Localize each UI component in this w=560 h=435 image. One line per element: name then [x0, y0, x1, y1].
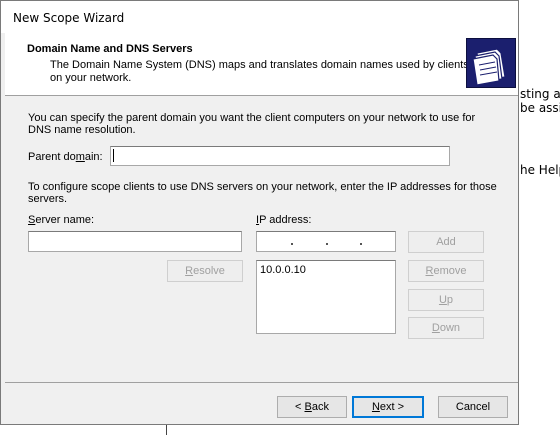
server-name-input[interactable]	[28, 231, 242, 252]
list-item[interactable]: 10.0.0.10	[260, 264, 306, 276]
folders-icon	[466, 38, 516, 88]
cancel-button[interactable]: Cancel	[438, 396, 508, 418]
dns-instructions: To configure scope clients to use DNS se…	[28, 181, 497, 205]
up-button[interactable]: Up	[408, 289, 484, 311]
background-text-2: be assig	[520, 101, 560, 115]
footer-separator	[5, 382, 518, 383]
server-name-label: Server name:	[28, 214, 95, 226]
parent-domain-input[interactable]	[110, 146, 450, 166]
wizard-content: You can specify the parent domain you wa…	[5, 96, 518, 381]
background-text-3: he Help.	[520, 163, 560, 177]
ip-address-input[interactable]	[256, 231, 396, 252]
wizard-header: Domain Name and DNS Servers The Domain N…	[5, 33, 518, 96]
background-text-1: sting a	[520, 87, 560, 101]
ip-separator	[326, 243, 328, 245]
text-caret	[113, 149, 114, 162]
ip-address-label: IP address:	[256, 214, 312, 226]
remove-button[interactable]: Remove	[408, 260, 484, 282]
ip-separator	[291, 243, 293, 245]
back-button[interactable]: < Back	[277, 396, 347, 418]
title-bar[interactable]: New Scope Wizard	[1, 1, 518, 33]
dns-server-list[interactable]: 10.0.0.10	[256, 260, 396, 334]
page-title: Domain Name and DNS Servers	[27, 43, 193, 55]
window-title: New Scope Wizard	[13, 11, 125, 25]
parent-domain-label: Parent domain:	[28, 151, 103, 163]
down-button[interactable]: Down	[408, 317, 484, 339]
resolve-button[interactable]: Resolve	[167, 260, 243, 282]
page-description: The Domain Name System (DNS) maps and tr…	[50, 59, 469, 84]
wizard-window: New Scope Wizard Domain Name and DNS Ser…	[0, 0, 519, 425]
intro-text: You can specify the parent domain you wa…	[28, 112, 476, 136]
ip-separator	[360, 243, 362, 245]
background-divider	[166, 425, 167, 435]
add-button[interactable]: Add	[408, 231, 484, 253]
next-button[interactable]: Next >	[352, 396, 424, 418]
